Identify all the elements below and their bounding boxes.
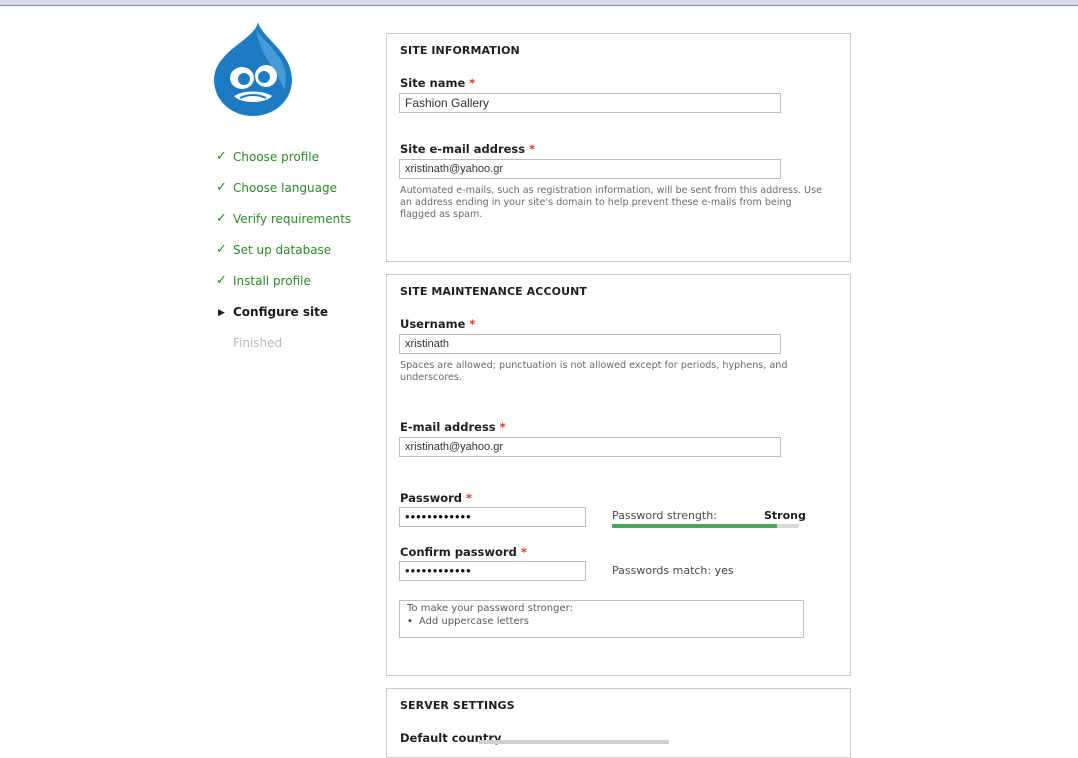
password-tip-item: Add uppercase letters — [407, 616, 796, 627]
site-email-label: Site e-mail address * — [400, 142, 536, 156]
site-information-fieldset: SITE INFORMATION Site name * Fashion Gal… — [386, 33, 851, 262]
password-tips-list: Add uppercase letters — [407, 616, 796, 627]
password-strength-meter-fill — [612, 524, 777, 528]
maintenance-account-legend: SITE MAINTENANCE ACCOUNT — [400, 285, 588, 298]
step-choose-profile: ✓ Choose profile — [216, 149, 320, 164]
site-email-description: Automated e-mails, such as registration … — [400, 185, 822, 220]
passwords-match: Passwords match: yes — [612, 564, 734, 577]
password-input[interactable]: •••••••••••• — [399, 507, 586, 527]
check-icon: ✓ — [216, 273, 227, 288]
check-icon: ✓ — [216, 180, 227, 195]
check-icon: ✓ — [216, 149, 227, 164]
step-choose-language: ✓ Choose language — [216, 180, 337, 195]
maintenance-account-fieldset: SITE MAINTENANCE ACCOUNT Username * xris… — [386, 274, 851, 676]
site-name-input[interactable]: Fashion Gallery — [399, 93, 781, 113]
step-install-profile: ✓ Install profile — [216, 273, 311, 288]
check-icon: ✓ — [216, 211, 227, 226]
site-name-label: Site name * — [400, 76, 476, 90]
account-email-label: E-mail address * — [400, 420, 506, 434]
step-configure-site: ▶ Configure site — [216, 303, 351, 334]
username-input[interactable]: xristinath — [399, 334, 781, 354]
drupal-logo — [214, 22, 292, 116]
site-email-input[interactable]: xristinath@yahoo.gr — [399, 159, 781, 179]
confirm-password-input[interactable]: •••••••••••• — [399, 561, 586, 581]
username-description: Spaces are allowed; punctuation is not a… — [400, 360, 788, 383]
step-finished: Finished — [233, 336, 283, 350]
step-verify-requirements: ✓ Verify requirements — [216, 211, 352, 226]
password-strength-value: Strong — [764, 509, 806, 522]
check-icon: ✓ — [216, 242, 227, 257]
password-strength-meter — [612, 524, 799, 528]
username-label: Username * — [400, 317, 476, 331]
step-set-up-database: ✓ Set up database — [216, 242, 332, 257]
top-border — [0, 0, 1078, 6]
site-information-legend: SITE INFORMATION — [400, 44, 520, 57]
password-tips: To make your password stronger: Add uppe… — [399, 600, 804, 638]
default-country-select[interactable] — [479, 740, 669, 744]
confirm-password-label: Confirm password * — [400, 545, 527, 559]
triangle-right-icon: ▶ — [218, 308, 225, 318]
install-steps: ✓ Choose profile ✓ Choose language ✓ Verify… — [216, 148, 351, 365]
password-label: Password * — [400, 491, 473, 505]
server-settings-fieldset: SERVER SETTINGS Default country — [386, 688, 851, 758]
password-tips-title: To make your password stronger: — [407, 603, 573, 614]
account-email-input[interactable]: xristinath@yahoo.gr — [399, 437, 781, 457]
server-settings-legend: SERVER SETTINGS — [400, 699, 515, 712]
password-strength-label: Password strength: — [612, 509, 717, 522]
